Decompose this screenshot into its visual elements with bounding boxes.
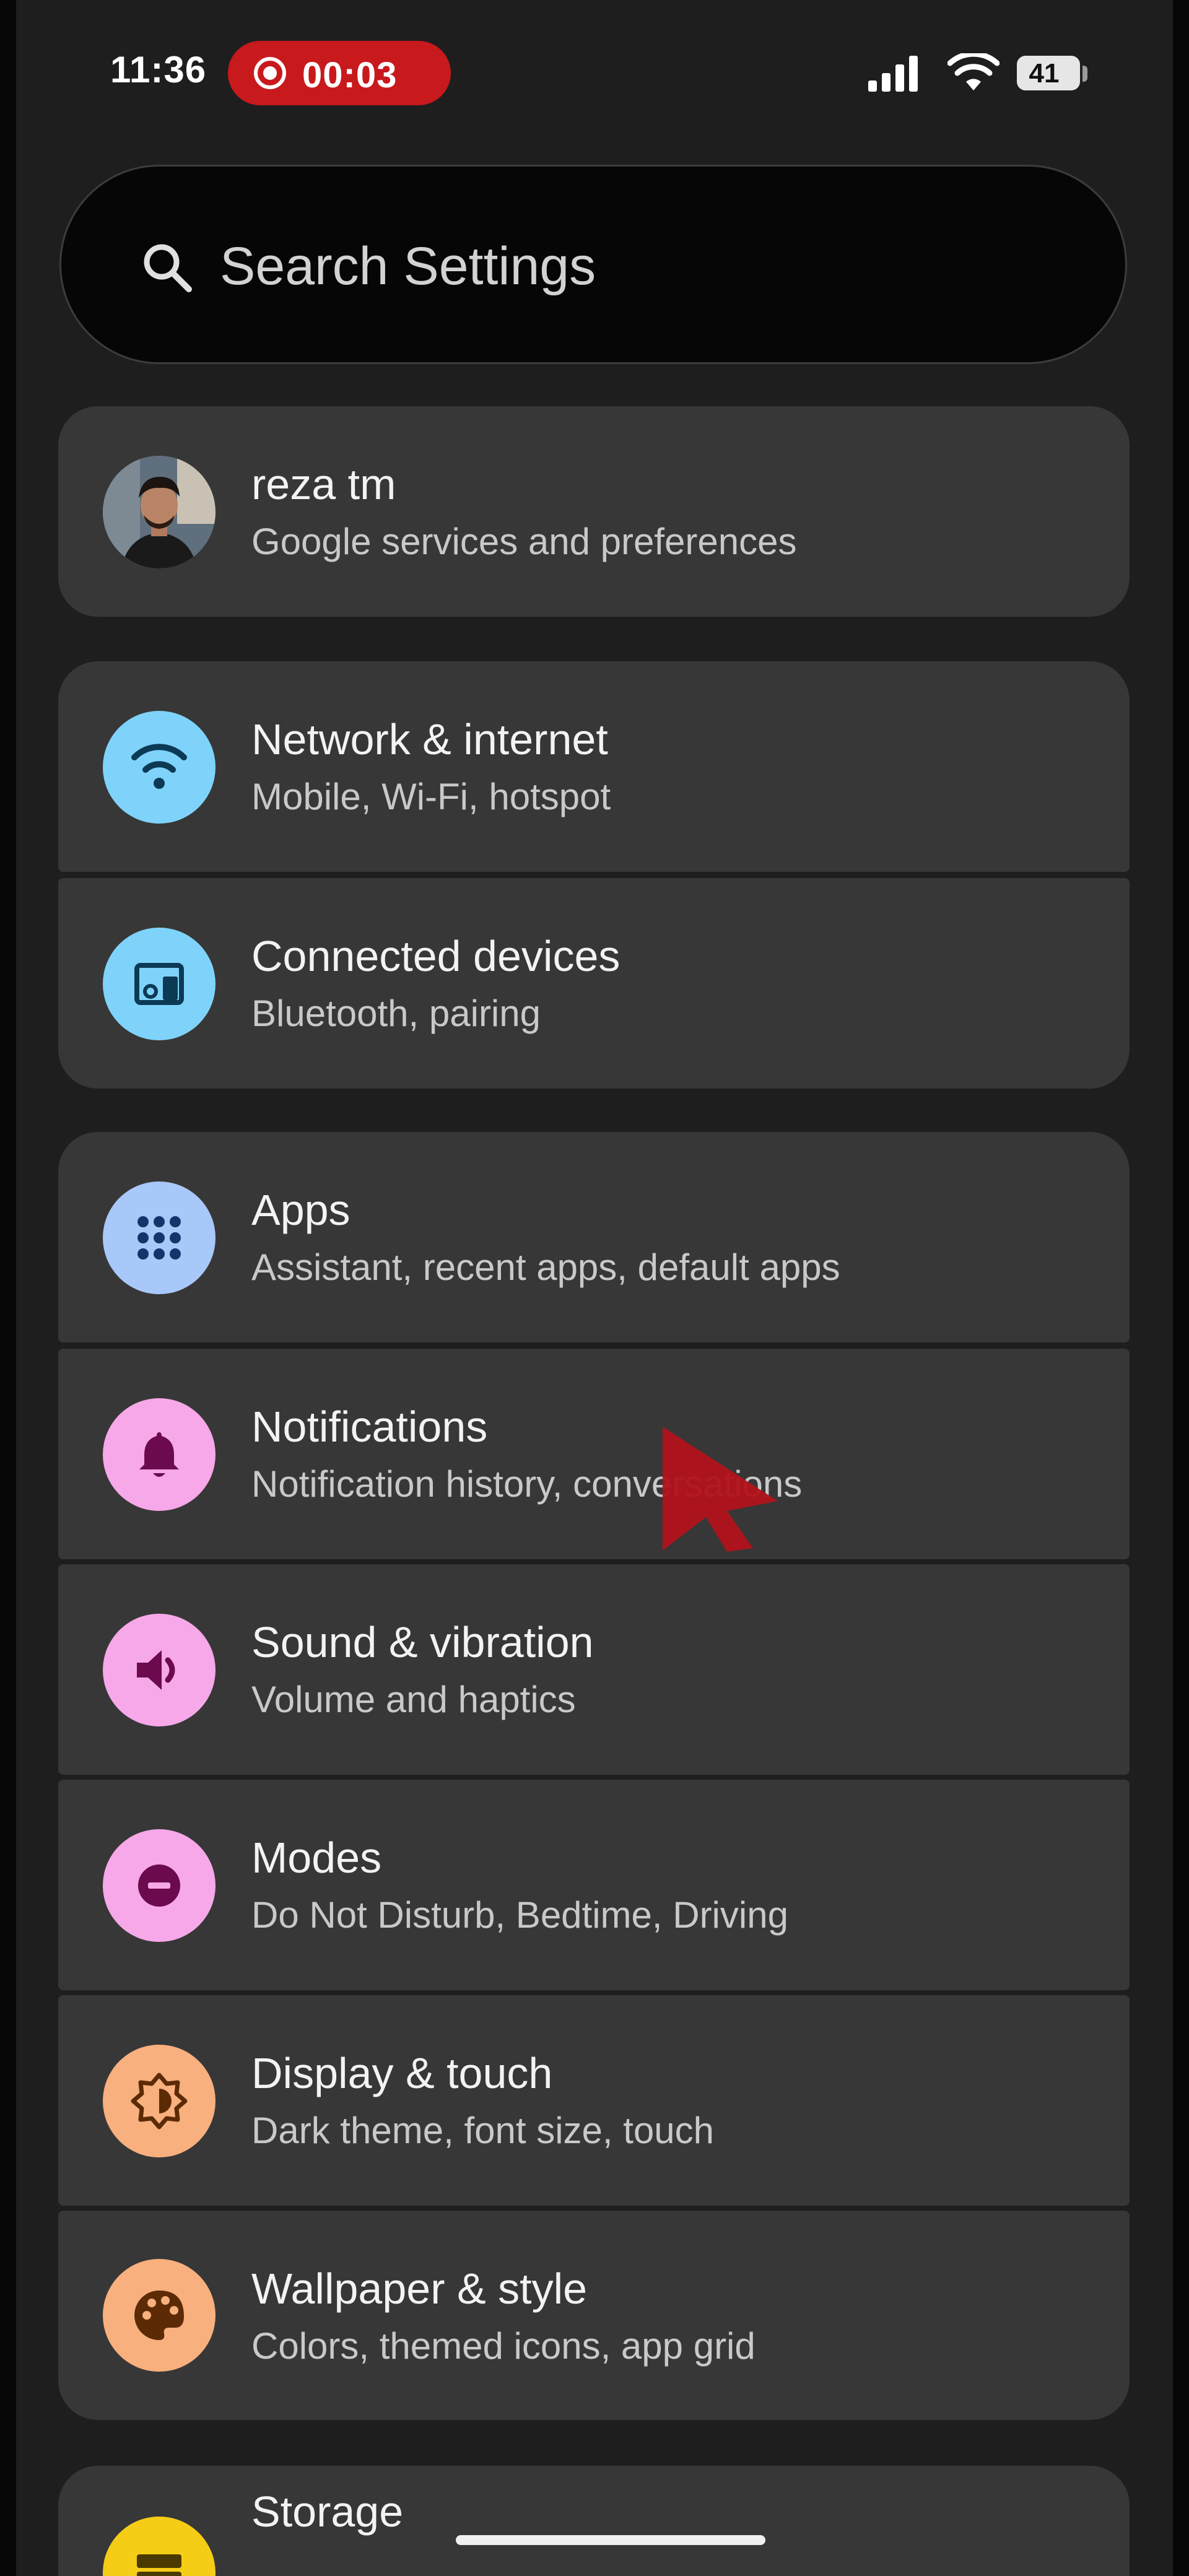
brightness-icon [131,2073,188,2130]
settings-item-title: Display & touch [251,2049,553,2097]
settings-item-sound[interactable]: Sound & vibration Volume and haptics [58,1564,1130,1775]
devices-icon [134,963,184,1005]
settings-item-subtitle: Assistant, recent apps, default apps [251,1247,840,1288]
battery-icon: 41 [1017,56,1080,90]
notifications-icon-badge [103,1398,216,1511]
settings-item-connected-devices[interactable]: Connected devices Bluetooth, pairing [58,878,1130,1089]
settings-item-subtitle: Volume and haptics [251,1679,576,1720]
avatar [103,456,216,568]
search-icon [144,244,192,292]
network-icon-badge [103,711,216,824]
account-name: reza tm [251,460,396,508]
account-card[interactable]: reza tm Google services and preferences [58,406,1130,617]
settings-item-title: Wallpaper & style [251,2265,588,2313]
settings-item-title: Modes [251,1834,382,1882]
cursor-pointer-icon [663,1427,778,1552]
palette-icon [134,2291,184,2340]
settings-item-title: Notifications [251,1403,488,1451]
bell-icon [139,1432,179,1477]
storage-icon [137,2554,181,2576]
status-time: 11:36 [110,49,207,90]
speaker-icon [137,1650,175,1690]
profile-photo [103,456,216,568]
account-subtitle: Google services and preferences [251,521,797,562]
cellular-signal-icon [868,56,918,92]
settings-item-title: Connected devices [251,932,621,980]
device-frame: 11:36 00:03 41 Search Settings reza tm G… [0,0,1189,2576]
settings-item-subtitle: Do Not Disturb, Bedtime, Driving [251,1894,788,1936]
display-icon-badge [103,2045,216,2157]
settings-item-subtitle: Dark theme, font size, touch [251,2110,715,2151]
settings-item-title: Sound & vibration [251,1618,594,1666]
settings-item-wallpaper[interactable]: Wallpaper & style Colors, themed icons, … [58,2211,1130,2420]
settings-item-title: Storage [251,2487,404,2536]
wifi-status-icon [947,53,1000,90]
storage-icon-badge [103,2517,216,2576]
modes-icon-badge [103,1829,216,1942]
settings-item-subtitle: Bluetooth, pairing [251,993,541,1034]
settings-item-title: Network & internet [251,715,608,764]
wifi-icon [131,744,187,789]
settings-item-title: Apps [251,1186,351,1234]
wallpaper-icon-badge [103,2259,216,2372]
settings-item-notifications[interactable]: Notifications Notification history, conv… [58,1349,1130,1559]
search-settings-bar[interactable]: Search Settings [59,165,1127,364]
settings-group-connectivity: Network & internet Mobile, Wi-Fi, hotspo… [58,661,1130,872]
recording-timer: 00:03 [302,55,398,95]
status-bar: 11:36 00:03 41 [16,37,1173,111]
settings-item-storage[interactable]: Storage [58,2466,1130,2576]
settings-item-apps[interactable]: Apps Assistant, recent apps, default app… [58,1132,1130,1342]
settings-item-display[interactable]: Display & touch Dark theme, font size, t… [58,1995,1130,2206]
home-indicator[interactable] [456,2535,765,2545]
apps-icon-badge [103,1181,216,1294]
record-icon [254,57,286,89]
settings-item-modes[interactable]: Modes Do Not Disturb, Bedtime, Driving [58,1780,1130,1990]
settings-item-subtitle: Mobile, Wi-Fi, hotspot [251,776,611,817]
settings-screen: 11:36 00:03 41 Search Settings reza tm G… [16,0,1173,2576]
sound-icon-badge [103,1614,216,1726]
screen-recording-indicator[interactable]: 00:03 [228,41,451,105]
connected-devices-icon-badge [103,928,216,1040]
do-not-disturb-icon [138,1865,180,1907]
battery-level: 41 [1029,58,1060,89]
settings-item-subtitle: Colors, themed icons, app grid [251,2325,756,2367]
search-placeholder: Search Settings [220,237,596,296]
battery-cap [1082,66,1087,82]
apps-grid-icon [137,1216,181,1260]
